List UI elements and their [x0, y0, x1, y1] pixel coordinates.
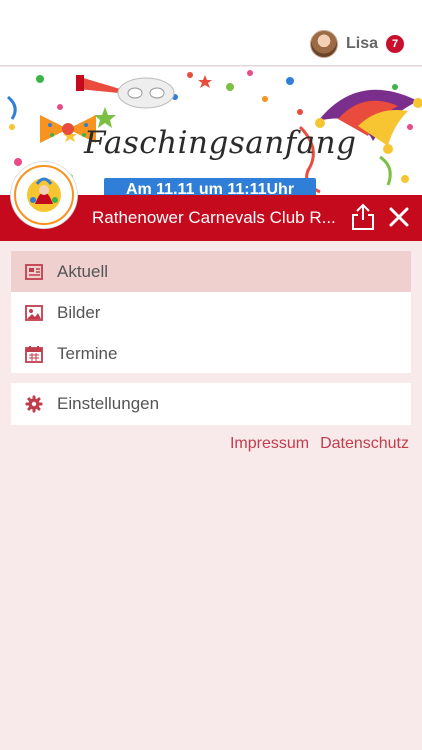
menu-item-bilder[interactable]: Bilder: [11, 292, 411, 333]
notification-badge[interactable]: 7: [386, 35, 404, 53]
menu-item-einstellungen[interactable]: Einstellungen: [11, 383, 411, 424]
menu-label-einstellungen: Einstellungen: [57, 393, 160, 413]
calendar-icon: [25, 345, 43, 363]
footer-links: Impressum Datenschutz: [219, 435, 409, 457]
image-icon: [25, 304, 43, 322]
gear-icon: [25, 395, 43, 413]
banner-subtitle: Am 11.11 um 11:11Uhr: [104, 178, 316, 195]
menu-item-termine[interactable]: Termine: [11, 333, 411, 374]
top-bar: Lisa 7: [0, 0, 422, 66]
menu-item-aktuell[interactable]: Aktuell: [11, 251, 411, 292]
user-name[interactable]: Lisa: [346, 35, 378, 53]
club-logo: [11, 162, 77, 228]
impressum-link[interactable]: Impressum: [230, 435, 309, 457]
settings-menu: Einstellungen: [11, 383, 411, 425]
banner-title: Faschingsanfang: [84, 125, 357, 161]
close-icon[interactable]: [387, 205, 411, 229]
avatar[interactable]: [309, 30, 338, 58]
datenschutz-link[interactable]: Datenschutz: [320, 435, 409, 457]
menu-label-aktuell: Aktuell: [57, 261, 109, 281]
main-menu: Aktuell Bilder Termine: [11, 251, 411, 373]
newspaper-icon: [25, 263, 43, 281]
share-icon[interactable]: [350, 203, 376, 231]
menu-label-bilder: Bilder: [57, 302, 101, 322]
club-title: Rathenower Carnevals Club R...: [92, 208, 336, 227]
user-profile[interactable]: Lisa 7: [309, 28, 404, 60]
menu-label-termine: Termine: [57, 343, 118, 363]
